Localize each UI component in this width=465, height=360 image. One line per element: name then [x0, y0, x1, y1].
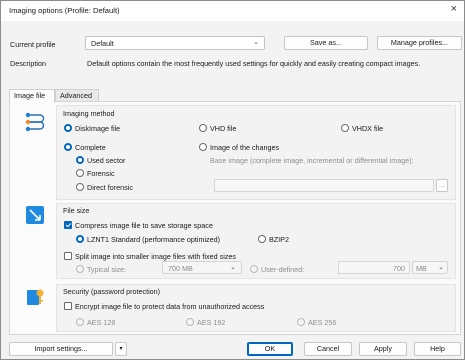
imaging-options-dialog: Imaging options (Profile: Default) × Cur… — [0, 0, 465, 360]
manage-profiles-button[interactable]: Manage profiles... — [377, 36, 462, 50]
help-button[interactable]: Help — [414, 342, 461, 356]
apply-button[interactable]: Apply — [359, 342, 407, 356]
aes128-label: AES 128 — [87, 318, 116, 327]
aes128-radio[interactable] — [76, 318, 84, 326]
cancel-button[interactable]: Cancel — [304, 342, 352, 356]
encrypt-checkbox[interactable] — [64, 302, 72, 310]
file-size-icon — [24, 204, 46, 226]
description-label: Description — [10, 59, 46, 68]
imaging-method-title: Imaging method — [63, 109, 115, 118]
forensic-radio[interactable] — [76, 169, 84, 177]
direct-forensic-radio[interactable] — [76, 183, 84, 191]
split-checkbox[interactable] — [64, 252, 72, 260]
user-unit-value: MB — [416, 264, 427, 273]
user-defined-label: User-defined: — [261, 265, 305, 274]
direct-forensic-label: Direct forensic — [87, 183, 133, 192]
typical-size-label: Typical size: — [87, 265, 127, 274]
base-image-label: Base image (complete image, incremental … — [210, 156, 414, 165]
typical-size-dropdown[interactable]: 700 MB ⌄ — [162, 261, 242, 274]
image-of-changes-label: Image of the changes — [210, 143, 280, 152]
profile-dropdown-value: Default — [91, 39, 114, 48]
bzip2-label: BZIP2 — [269, 235, 289, 244]
format-diskimage-label: DiskImage file — [75, 124, 121, 133]
dropdown-arrow-icon: ▾ — [119, 346, 123, 352]
ok-button[interactable]: OK — [247, 342, 293, 356]
complete-label: Complete — [75, 143, 106, 152]
typical-size-radio[interactable] — [76, 265, 84, 273]
import-settings-menu-button[interactable]: ▾ — [115, 342, 127, 356]
format-vhdx-radio[interactable] — [341, 124, 349, 132]
format-vhd-radio[interactable] — [199, 124, 207, 132]
security-title: Security (password protection) — [63, 287, 161, 296]
tab-image-file[interactable]: Image file — [9, 89, 55, 103]
user-defined-radio[interactable] — [250, 265, 258, 273]
chevron-down-icon: ⌄ — [230, 264, 236, 271]
file-size-title: File size — [63, 206, 90, 215]
user-defined-value: 700 — [393, 264, 405, 273]
format-vhd-label: VHD file — [210, 124, 237, 133]
window-title: Imaging options (Profile: Default) — [9, 6, 120, 15]
compress-label: Compress image file to save storage spac… — [75, 221, 213, 230]
aes192-radio[interactable] — [186, 318, 194, 326]
chevron-down-icon: ⌄ — [253, 39, 259, 46]
import-settings-button[interactable]: Import settings... — [9, 342, 113, 356]
compress-checkbox[interactable] — [64, 221, 72, 229]
description-text: Default options contain the most frequen… — [87, 59, 421, 68]
lznt1-label: LZNT1 Standard (performance optimized) — [87, 235, 221, 244]
imaging-method-icon — [24, 111, 46, 133]
security-icon — [24, 285, 46, 307]
forensic-label: Forensic — [87, 169, 115, 178]
bzip2-radio[interactable] — [258, 235, 266, 243]
user-unit-dropdown[interactable]: MB ⌄ — [412, 261, 448, 274]
split-label: Split image into smaller image files wit… — [75, 252, 236, 261]
format-diskimage-radio[interactable] — [64, 124, 72, 132]
tab-panel-image-file: Imaging method DiskImage file VHD file V… — [9, 101, 461, 335]
aes256-label: AES 256 — [308, 318, 337, 327]
close-icon[interactable]: × — [451, 3, 457, 15]
image-of-changes-radio[interactable] — [199, 143, 207, 151]
aes256-radio[interactable] — [297, 318, 305, 326]
used-sector-radio[interactable] — [76, 156, 84, 164]
complete-radio[interactable] — [64, 143, 72, 151]
profile-dropdown[interactable]: Default ⌄ — [85, 36, 265, 50]
save-as-button[interactable]: Save as... — [284, 36, 368, 50]
format-vhdx-label: VHDX file — [352, 124, 384, 133]
user-defined-input[interactable]: 700 — [338, 261, 410, 274]
browse-button[interactable]: ... — [436, 179, 448, 192]
encrypt-label: Encrypt image file to protect data from … — [75, 302, 265, 311]
chevron-down-icon: ⌄ — [438, 264, 444, 271]
used-sector-label: Used sector — [87, 156, 126, 165]
title-bar: Imaging options (Profile: Default) × — [1, 1, 464, 21]
current-profile-label: Current profile — [10, 40, 56, 49]
lznt1-radio[interactable] — [76, 235, 84, 243]
typical-size-value: 700 MB — [168, 264, 193, 273]
aes192-label: AES 192 — [197, 318, 226, 327]
base-image-input[interactable] — [214, 179, 434, 192]
